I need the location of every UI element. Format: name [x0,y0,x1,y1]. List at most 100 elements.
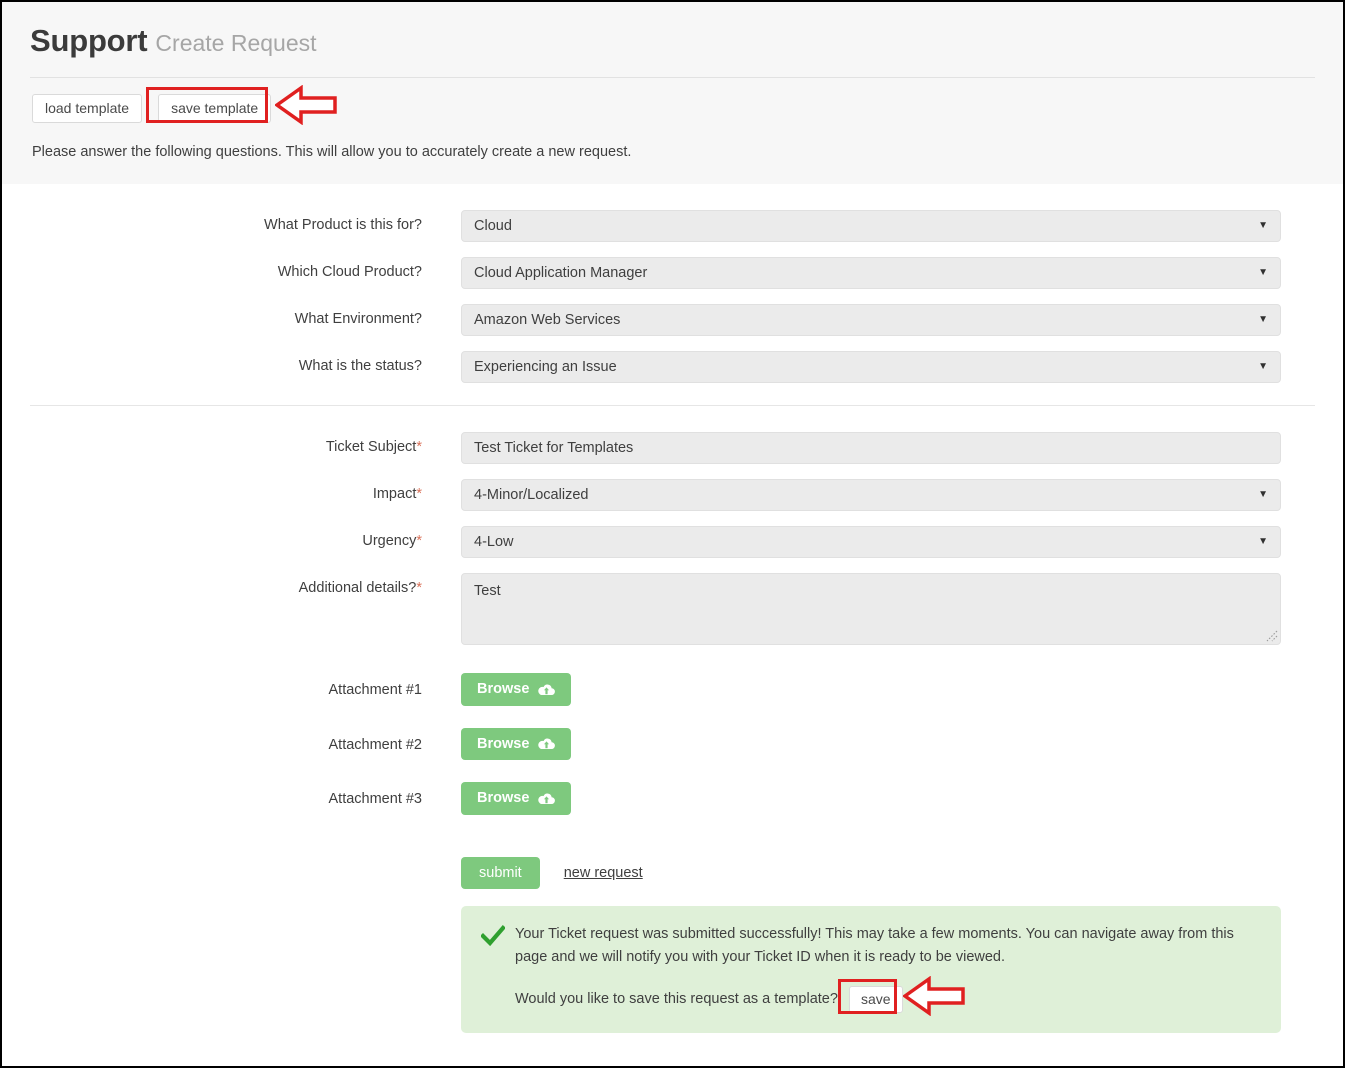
chevron-down-icon: ▼ [1258,536,1268,547]
form-row-details: Additional details?* Test [2,573,1343,645]
control-impact: 4-Minor/Localized ▼ [461,479,1281,511]
required-asterisk: * [416,486,422,502]
required-asterisk: * [416,533,422,549]
form-row-cloud-product: Which Cloud Product? Cloud Application M… [2,257,1343,289]
control-details: Test [461,573,1281,645]
control-urgency: 4-Low ▼ [461,526,1281,558]
cloud-upload-icon [538,683,556,696]
select-impact-value: 4-Minor/Localized [474,487,589,503]
chevron-down-icon: ▼ [1258,361,1268,372]
success-alert: Your Ticket request was submitted succes… [461,906,1281,1034]
select-status-value: Experiencing an Issue [474,359,617,375]
label-attachment-2: Attachment #2 [328,736,423,753]
form-section-attachments: Attachment #1 Browse Attachment #2 Brows… [2,673,1343,815]
select-cloud-product-value: Cloud Application Manager [474,265,648,281]
select-product-value: Cloud [474,218,512,234]
title-divider [30,77,1315,79]
cloud-upload-icon [538,737,556,750]
form-section-product: What Product is this for? Cloud ▼ Which … [2,210,1343,383]
form-row-status: What is the status? Experiencing an Issu… [2,351,1343,383]
browse-button-2-label: Browse [477,735,530,752]
label-subject: Ticket Subject* [2,432,422,455]
select-status[interactable]: Experiencing an Issue ▼ [461,351,1281,383]
form-section-divider [30,405,1315,406]
label-impact: Impact* [2,479,422,502]
form-row-attachment-3: Attachment #3 Browse [2,782,1343,815]
browse-button-3[interactable]: Browse [461,782,572,815]
chevron-down-icon: ▼ [1258,220,1268,231]
check-icon [480,923,515,1013]
resize-handle-icon[interactable] [1264,628,1278,642]
required-asterisk: * [416,439,422,455]
page-title-subtitle: Create Request [155,30,317,56]
select-environment-value: Amazon Web Services [474,312,621,328]
control-attachment-2: Browse [461,727,1281,760]
select-environment[interactable]: Amazon Web Services ▼ [461,304,1281,336]
browse-button-2[interactable]: Browse [461,727,572,760]
new-request-link[interactable]: new request [564,865,643,881]
form-row-urgency: Urgency* 4-Low ▼ [2,526,1343,558]
request-form: What Product is this for? Cloud ▼ Which … [2,184,1343,1034]
label-details: Additional details?* [2,573,422,596]
chevron-down-icon: ▼ [1258,267,1268,278]
form-row-environment: What Environment? Amazon Web Services ▼ [2,304,1343,336]
save-template-inline-button[interactable]: save [848,986,903,1014]
label-cloud-product: Which Cloud Product? [277,264,422,280]
page-title-main: Support [30,23,148,58]
form-row-product: What Product is this for? Cloud ▼ [2,210,1343,242]
textarea-additional-details-value: Test [474,583,501,599]
submit-button[interactable]: submit [461,856,540,889]
form-row-subject: Ticket Subject* Test Ticket for Template… [2,432,1343,464]
label-attachment-1: Attachment #1 [328,682,423,698]
label-attachment-3: Attachment #3 [328,791,423,807]
form-section-ticket: Ticket Subject* Test Ticket for Template… [2,432,1343,645]
cloud-upload-icon [538,792,556,805]
control-cloud-product: Cloud Application Manager ▼ [461,257,1281,289]
control-environment: Amazon Web Services ▼ [461,304,1281,336]
submit-section: submit new request Your Ticket request w… [2,856,1343,1034]
submit-row: submit new request [461,856,1343,889]
browse-button-1[interactable]: Browse [461,673,572,706]
annotation-arrow-save-inline [901,975,965,1021]
label-product: What Product is this for? [264,217,422,233]
browse-button-3-label: Browse [477,790,530,806]
annotation-arrow-save-template [273,84,337,130]
input-ticket-subject-value: Test Ticket for Templates [474,440,634,456]
input-ticket-subject[interactable]: Test Ticket for Templates [461,432,1281,464]
select-product[interactable]: Cloud ▼ [461,210,1281,242]
label-details-text: Additional details? [298,580,417,596]
load-template-button[interactable]: load template [32,93,143,123]
form-row-attachment-2: Attachment #2 Browse [2,727,1343,760]
screenshot-frame: Support Create Request load template save… [0,0,1345,1068]
save-template-prompt: Would you like to save this request as a… [515,991,838,1008]
label-urgency-text: Urgency [362,533,417,549]
control-attachment-1: Browse [461,673,1281,706]
textarea-additional-details[interactable]: Test [461,573,1281,645]
form-row-attachment-1: Attachment #1 Browse [2,673,1343,706]
save-template-prompt-row: Would you like to save this request as a… [515,975,1261,1017]
control-status: Experiencing an Issue ▼ [461,351,1281,383]
page-title: Support Create Request [2,2,1343,58]
browse-button-1-label: Browse [477,681,530,697]
control-subject: Test Ticket for Templates [461,432,1281,464]
label-subject-text: Ticket Subject [325,439,417,455]
label-environment: What Environment? [294,311,422,327]
intro-instructions: Please answer the following questions. T… [32,144,632,161]
label-status: What is the status? [298,358,422,374]
page-header: Support Create Request load template save… [2,2,1343,184]
template-toolbar: load template save template [32,84,1343,126]
label-urgency: Urgency* [2,526,422,549]
select-urgency-value: 4-Low [474,534,514,550]
chevron-down-icon: ▼ [1258,314,1268,325]
select-impact[interactable]: 4-Minor/Localized ▼ [461,479,1281,511]
success-alert-message: Your Ticket request was submitted succes… [515,926,1234,966]
form-row-impact: Impact* 4-Minor/Localized ▼ [2,479,1343,511]
save-template-button[interactable]: save template [158,93,272,123]
chevron-down-icon: ▼ [1258,489,1268,500]
control-attachment-3: Browse [461,782,1281,815]
control-product: Cloud ▼ [461,210,1281,242]
select-cloud-product[interactable]: Cloud Application Manager ▼ [461,257,1281,289]
required-asterisk: * [416,580,422,596]
label-impact-text: Impact [372,486,417,502]
select-urgency[interactable]: 4-Low ▼ [461,526,1281,558]
